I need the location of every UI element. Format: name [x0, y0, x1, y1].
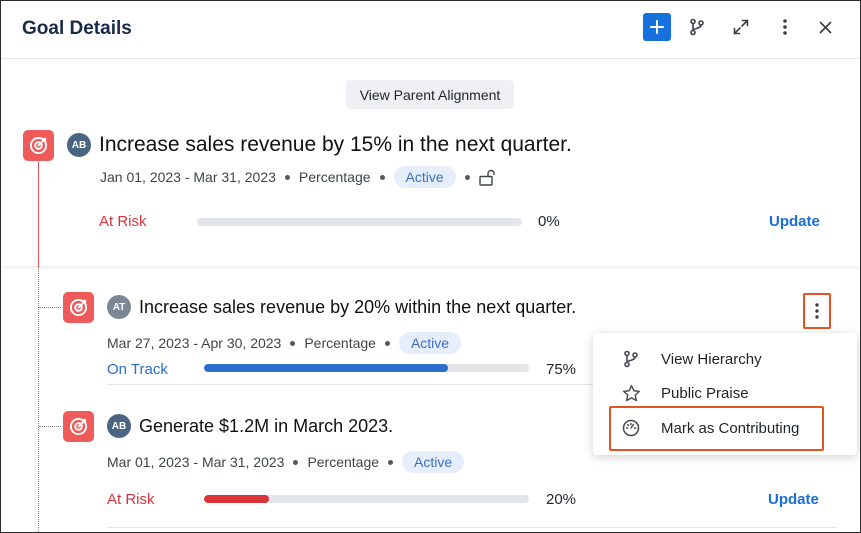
menu-item-mark-as-contributing[interactable]: Mark as Contributing — [593, 411, 857, 445]
separator-dot — [464, 174, 470, 180]
goal-type: Percentage — [298, 169, 371, 185]
goal-details-panel: Goal Details View Parent Alignment AB In… — [0, 0, 861, 533]
branch-icon — [621, 349, 641, 369]
add-button[interactable] — [643, 13, 671, 41]
goal-dates: Mar 27, 2023 - Apr 30, 2023 — [107, 335, 282, 351]
separator-dot — [384, 340, 390, 346]
progress-percent: 20% — [546, 491, 577, 508]
plus-icon — [650, 20, 664, 34]
tree-branch-connector — [39, 307, 61, 308]
progress-bar — [204, 364, 529, 372]
progress-fill — [204, 495, 269, 503]
more-vertical-icon — [815, 303, 819, 319]
expand-button[interactable] — [727, 13, 755, 41]
progress-percent: 75% — [546, 361, 577, 378]
menu-item-label: Mark as Contributing — [661, 419, 800, 437]
goal-target-icon — [63, 292, 94, 323]
goal-dates: Mar 01, 2023 - Mar 31, 2023 — [107, 454, 285, 470]
separator-dot — [293, 459, 299, 465]
tree-connector — [38, 162, 39, 267]
progress-percent: 0% — [538, 213, 560, 230]
goal-target-icon — [63, 411, 94, 442]
separator-dot — [379, 174, 385, 180]
goal-status: At Risk — [99, 213, 147, 230]
menu-item-public-praise[interactable]: Public Praise — [593, 376, 857, 410]
parent-goal-section: View Parent Alignment AB Increase sales … — [1, 60, 860, 266]
row-divider — [107, 384, 593, 385]
panel-title: Goal Details — [22, 18, 132, 39]
progress-fill — [204, 364, 448, 372]
star-icon — [621, 383, 641, 403]
goal-status: On Track — [107, 361, 168, 378]
parent-goal-title[interactable]: Increase sales revenue by 15% in the nex… — [99, 133, 572, 157]
progress-bar — [204, 495, 529, 503]
avatar: AT — [107, 295, 131, 319]
menu-item-label: View Hierarchy — [661, 350, 762, 368]
goal-context-menu: View Hierarchy Public Praise Mark as Con… — [593, 333, 857, 455]
separator-dot — [284, 174, 290, 180]
close-icon — [819, 21, 831, 33]
child-goal-title[interactable]: Increase sales revenue by 20% within the… — [139, 297, 576, 318]
separator-dot — [388, 459, 394, 465]
goal-type: Percentage — [307, 454, 380, 470]
parent-goal-meta: Jan 01, 2023 - Mar 31, 2023 Percentage A… — [100, 166, 497, 188]
goal-status: At Risk — [107, 491, 155, 508]
update-link[interactable]: Update — [768, 491, 819, 508]
child-goal-meta: Mar 27, 2023 - Apr 30, 2023 Percentage A… — [107, 332, 462, 354]
more-options-button[interactable] — [771, 13, 799, 41]
child-goal-title[interactable]: Generate $1.2M in March 2023. — [139, 416, 393, 437]
hierarchy-button[interactable] — [683, 13, 711, 41]
status-badge: Active — [398, 332, 462, 354]
status-badge: Active — [393, 166, 456, 188]
more-vertical-icon — [783, 19, 787, 35]
row-divider — [107, 527, 837, 528]
branch-icon — [690, 18, 704, 36]
avatar: AB — [67, 133, 91, 157]
child-goal-meta: Mar 01, 2023 - Mar 31, 2023 Percentage A… — [107, 451, 465, 473]
avatar: AB — [107, 414, 131, 438]
goal-target-icon — [23, 130, 54, 161]
goal-dates: Jan 01, 2023 - Mar 31, 2023 — [100, 169, 276, 185]
menu-item-label: Public Praise — [661, 384, 749, 402]
update-link[interactable]: Update — [769, 213, 820, 230]
gauge-icon — [621, 418, 641, 438]
tree-branch-connector — [39, 426, 61, 427]
goal-type: Percentage — [304, 335, 376, 351]
expand-icon — [733, 19, 749, 35]
menu-item-view-hierarchy[interactable]: View Hierarchy — [593, 342, 857, 376]
goal-more-options-button[interactable] — [803, 293, 831, 329]
close-button[interactable] — [811, 13, 839, 41]
separator-dot — [290, 340, 296, 346]
progress-bar — [197, 218, 522, 226]
panel-header: Goal Details — [1, 1, 860, 59]
view-parent-alignment-button[interactable]: View Parent Alignment — [346, 80, 514, 109]
status-badge: Active — [402, 451, 465, 473]
unlock-icon — [478, 169, 495, 186]
